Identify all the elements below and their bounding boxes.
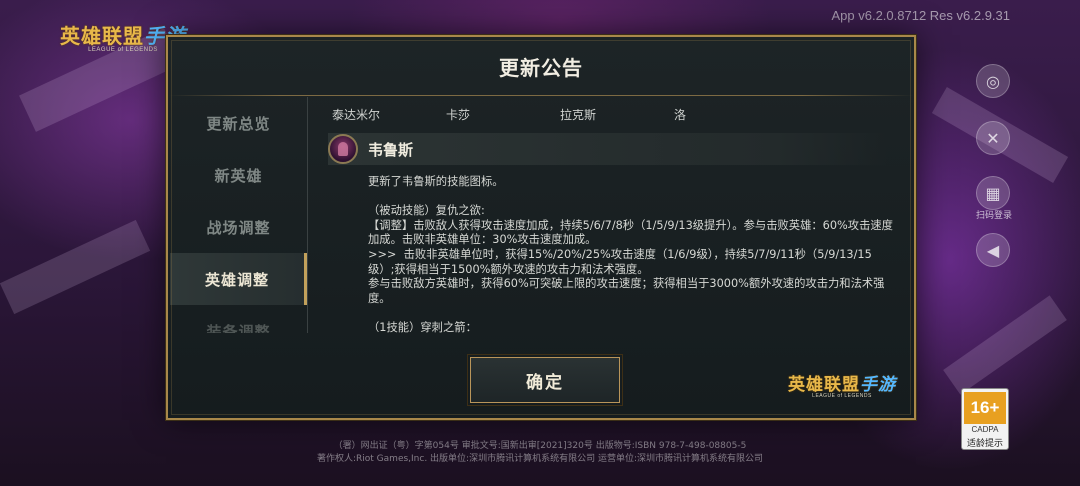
nav-item-new-champion[interactable]: 新英雄: [170, 149, 307, 201]
champion-tab[interactable]: 泰达米尔: [318, 106, 432, 123]
footer-line-1: （署）网出证（粤）字第054号 审批文号:国新出审[2021]320号 出版物号…: [333, 441, 747, 451]
champion-tab[interactable]: 卡莎: [432, 106, 546, 123]
scan-login-button[interactable]: ▦: [976, 176, 1010, 210]
dialog-title: 更新公告: [499, 55, 583, 80]
record-button[interactable]: ◎: [976, 64, 1010, 98]
dialog-logo: 英雄联盟手游 LEAGUE of LEGENDS: [788, 375, 896, 399]
update-notice-dialog: 更新公告 更新总览 新英雄 战场调整 英雄调整 装备调整 泰达米尔 卡莎 拉克斯…: [166, 35, 916, 420]
grid-icon: ▦: [985, 183, 1001, 203]
nav-item-overview[interactable]: 更新总览: [170, 97, 307, 149]
champion-tabs: 泰达米尔 卡莎 拉克斯 洛: [318, 99, 903, 129]
scan-login-label: 扫码登录: [975, 211, 1012, 221]
champion-name: 韦鲁斯: [368, 140, 414, 159]
nav-item-item-changes[interactable]: 装备调整: [170, 305, 307, 334]
repair-button[interactable]: ✕: [976, 121, 1010, 155]
age-org: CADPA: [971, 425, 999, 434]
speaker-icon: ◀: [986, 240, 1000, 260]
champion-tab[interactable]: 洛: [660, 106, 774, 123]
nav-item-champion-changes[interactable]: 英雄调整: [170, 253, 307, 305]
version-text: App v6.2.0.8712 Res v6.2.9.31: [831, 8, 1010, 23]
champion-avatar: [328, 134, 358, 164]
confirm-button[interactable]: 确定: [467, 354, 623, 406]
footer-line-2: 著作权人:Riot Games,Inc. 出版单位:深圳市腾讯计算机系统有限公司…: [317, 454, 763, 464]
champion-tab[interactable]: 拉克斯: [546, 106, 660, 123]
nav-item-battlefield[interactable]: 战场调整: [170, 201, 307, 253]
category-nav: 更新总览 新英雄 战场调整 英雄调整 装备调整: [170, 97, 308, 333]
notes-content[interactable]: 泰达米尔 卡莎 拉克斯 洛 韦鲁斯 更新了韦鲁斯的技能图标。 （被动技能）复仇之…: [318, 99, 903, 341]
wrench-icon: ✕: [986, 128, 1000, 148]
age-value: 16+: [964, 392, 1006, 424]
champion-header: 韦鲁斯: [328, 133, 888, 165]
sound-button[interactable]: ◀: [976, 233, 1010, 267]
patch-notes-text: 更新了韦鲁斯的技能图标。 （被动技能）复仇之欲: 【调整】击败敌人获得攻击速度加…: [368, 175, 893, 334]
title-divider: [168, 95, 914, 96]
ring-icon: ◎: [986, 71, 1000, 91]
